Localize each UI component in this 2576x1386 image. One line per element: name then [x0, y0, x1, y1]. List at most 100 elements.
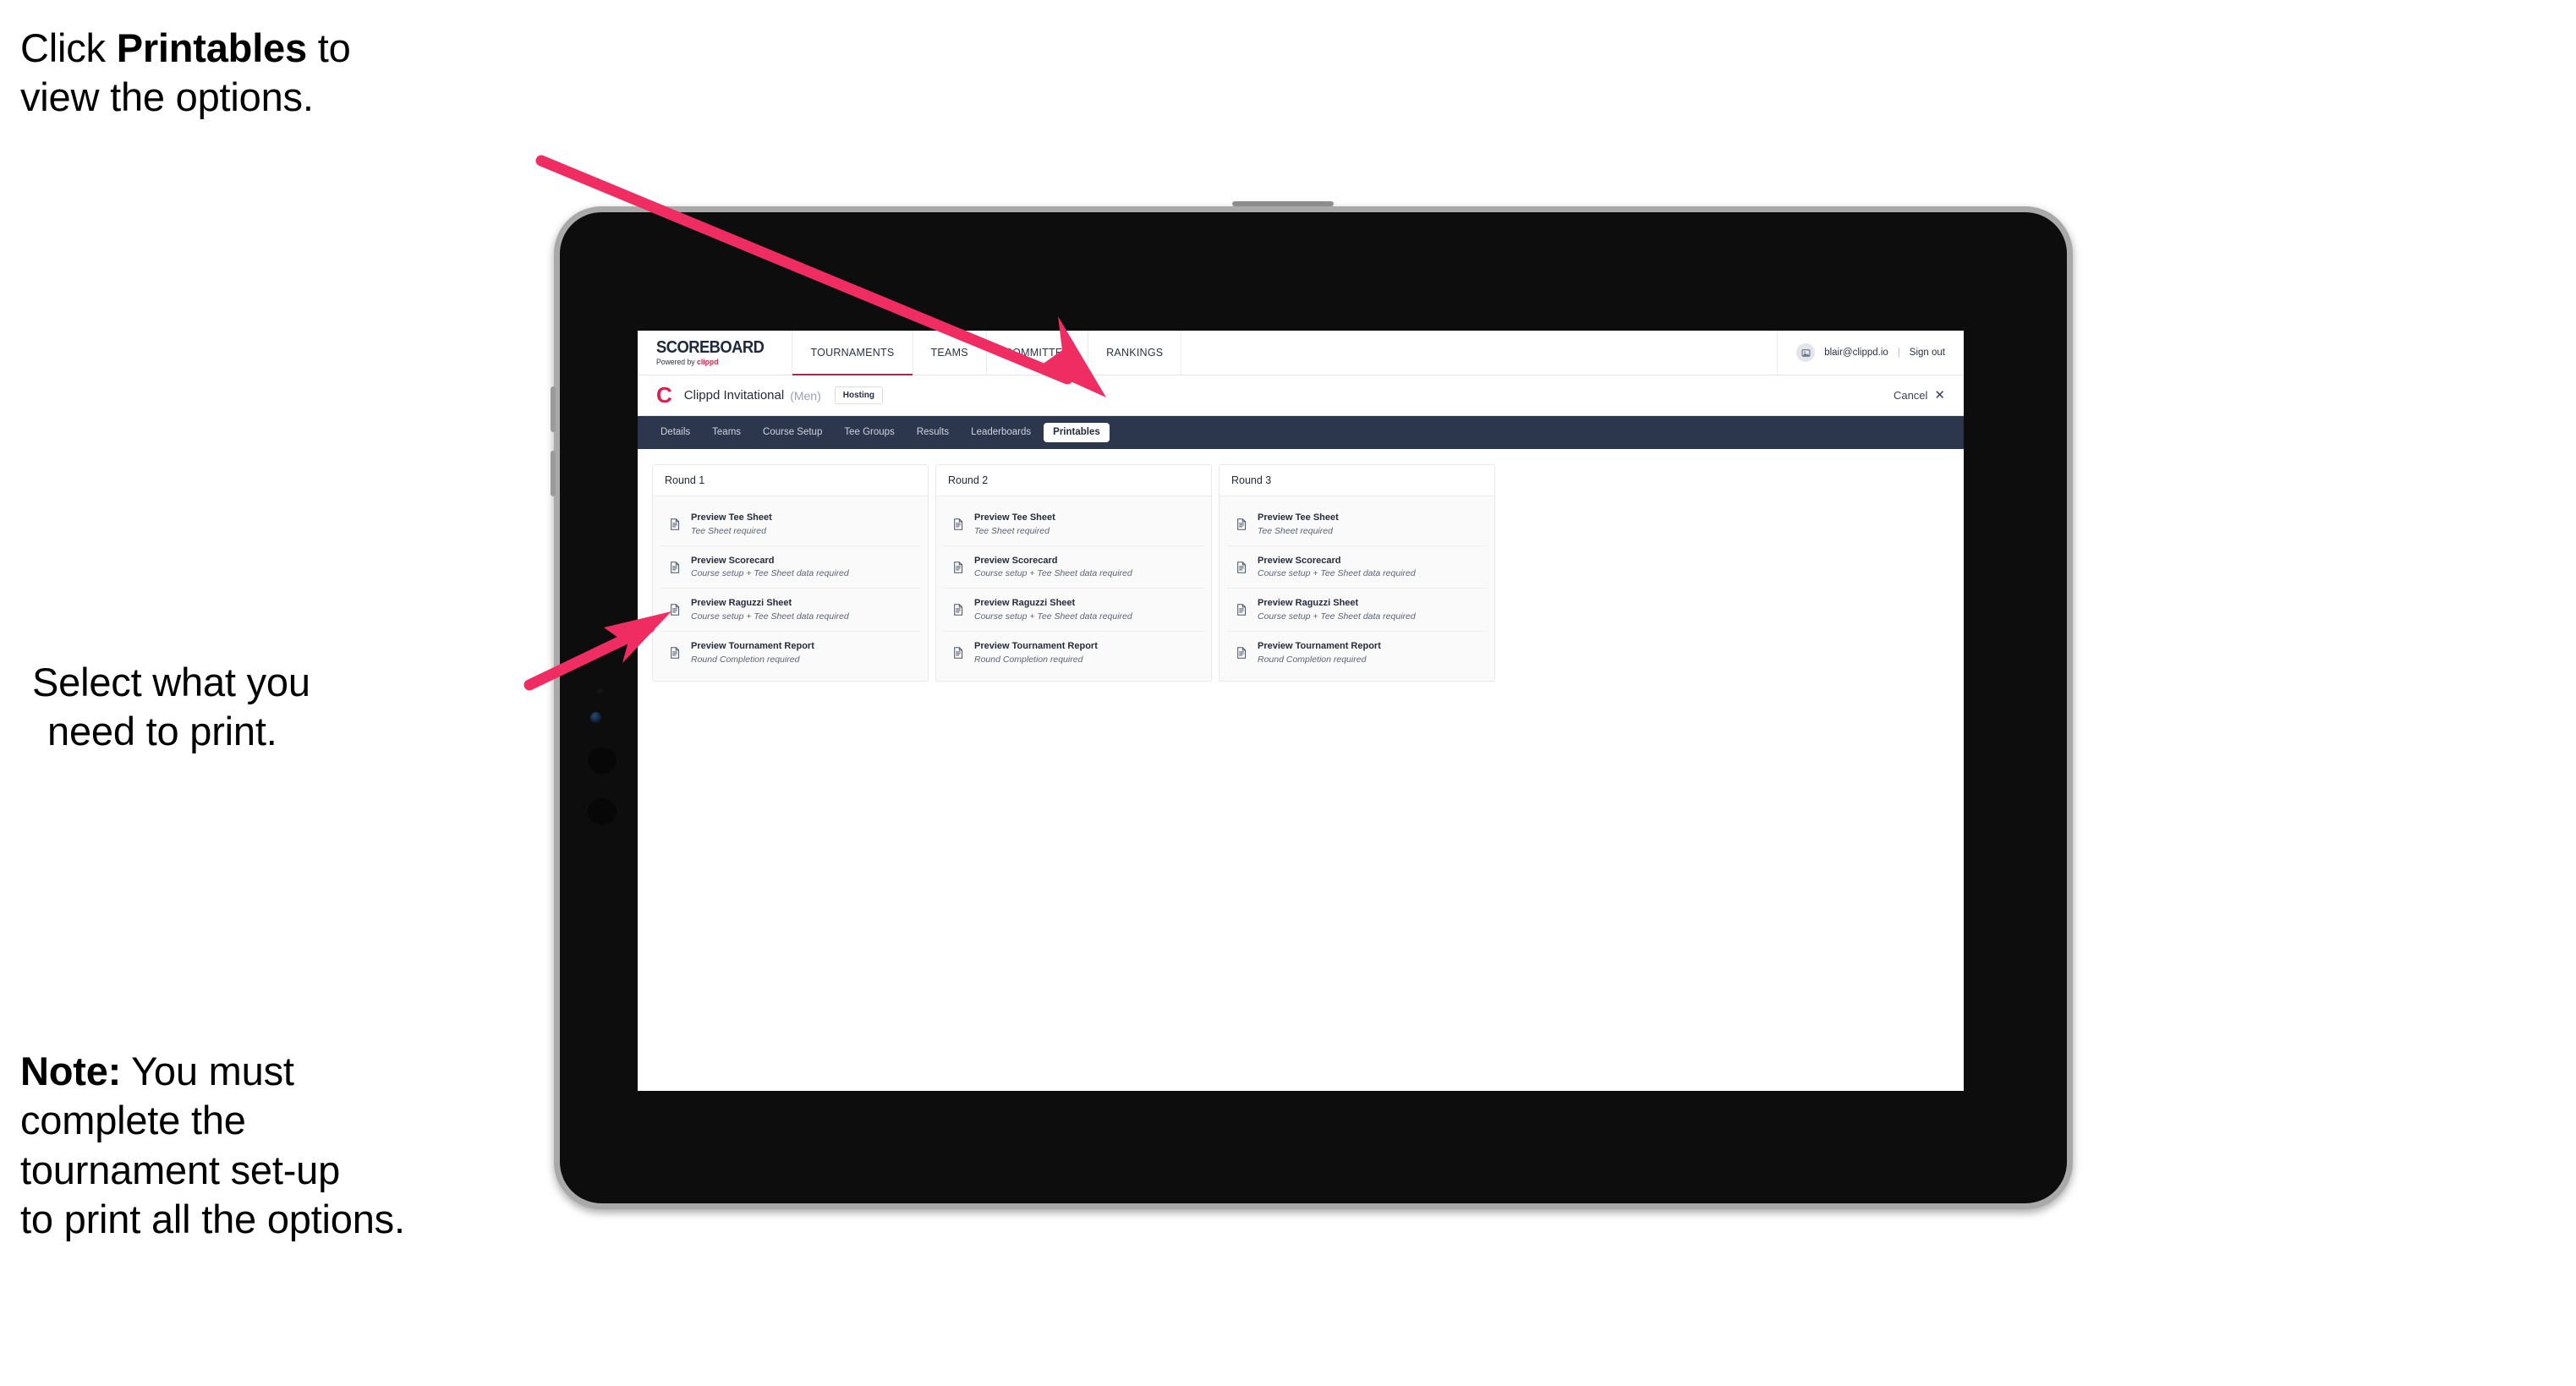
printables-rounds-container: Round 1 Preview Tee Sheet Tee Sheet requir… [638, 449, 1964, 697]
volume-up-button[interactable] [551, 386, 556, 432]
printable-title: Preview Tournament Report [1258, 641, 1381, 652]
printable-requirement: Round Completion required [1258, 654, 1367, 665]
round-column-title: Round 2 [936, 465, 1211, 496]
cancel-button-label: Cancel [1893, 389, 1928, 402]
printable-row-texts: Preview Raguzzi Sheet Course setup + Tee … [974, 598, 1132, 622]
topbar-spacer [1181, 331, 1779, 375]
bezel-button-upper[interactable] [588, 748, 617, 774]
scoreboard-logo[interactable]: SCOREBOARD Powered by clippd [638, 331, 793, 375]
close-icon: ✕ [1934, 388, 1945, 403]
printable-row[interactable]: Preview Raguzzi Sheet Course setup + Tee … [1226, 589, 1488, 633]
tournament-name: Clippd Invitational [683, 388, 785, 403]
printable-requirement: Round Completion required [974, 654, 1083, 665]
tab-results[interactable]: Results [907, 423, 958, 443]
printable-row[interactable]: Preview Tee Sheet Tee Sheet required [1226, 503, 1488, 546]
nav-item-rankings[interactable]: RANKINGS [1088, 331, 1182, 375]
printable-row[interactable]: Preview Tournament Report Round Completio… [1226, 632, 1488, 674]
printable-row[interactable]: Preview Scorecard Course setup + Tee Shee… [660, 545, 921, 589]
round-column-title: Round 1 [653, 465, 928, 496]
printable-title: Preview Raguzzi Sheet [691, 598, 792, 609]
document-icon [951, 646, 965, 660]
printable-row[interactable]: Preview Tournament Report Round Completio… [943, 632, 1204, 674]
tab-teams[interactable]: Teams [703, 423, 750, 443]
front-camera-icon [590, 712, 601, 723]
printable-requirement: Tee Sheet required [691, 525, 766, 536]
round-printables-list: Preview Tee Sheet Tee Sheet required Previ… [1219, 496, 1494, 681]
tab-details[interactable]: Details [651, 423, 699, 443]
printable-row[interactable]: Preview Tee Sheet Tee Sheet required [943, 503, 1204, 546]
clippd-c-icon: C [656, 381, 672, 408]
printable-row-texts: Preview Scorecard Course setup + Tee Shee… [691, 556, 849, 579]
document-icon [668, 646, 682, 660]
printable-title: Preview Tournament Report [974, 641, 1098, 652]
printable-title: Preview Tee Sheet [691, 512, 772, 523]
nav-item-committee[interactable]: COMMITTEE [987, 331, 1089, 375]
tab-printables[interactable]: Printables [1044, 422, 1110, 443]
printable-title: Preview Tournament Report [691, 641, 814, 652]
round-column: Round 1 Preview Tee Sheet Tee Sheet requir… [652, 464, 929, 682]
printable-requirement: Tee Sheet required [974, 525, 1050, 536]
document-icon [668, 561, 682, 574]
screenshot-stage: Click Printables to view the options. Sel… [0, 0, 2576, 1386]
printable-requirement: Course setup + Tee Sheet data required [691, 611, 849, 622]
printable-row[interactable]: Preview Tee Sheet Tee Sheet required [660, 503, 921, 546]
tab-course-setup[interactable]: Course Setup [754, 423, 831, 443]
printable-row-texts: Preview Raguzzi Sheet Course setup + Tee … [691, 598, 849, 622]
printable-row-texts: Preview Tee Sheet Tee Sheet required [974, 512, 1055, 536]
scoreboard-logo-tagline: Powered by clippd [656, 359, 769, 366]
tablet-device-frame: SCOREBOARD Powered by clippd TOURNAMENTS… [551, 206, 2073, 1209]
printable-requirement: Round Completion required [691, 654, 800, 665]
printable-title: Preview Tee Sheet [1258, 512, 1339, 523]
document-icon [1235, 603, 1248, 616]
clippd-brandmark: clippd [697, 358, 719, 366]
round-column: Round 2 Preview Tee Sheet Tee Sheet requir… [935, 464, 1212, 682]
printable-requirement: Course setup + Tee Sheet data required [974, 611, 1132, 622]
document-icon [1235, 646, 1248, 660]
tab-leaderboards[interactable]: Leaderboards [962, 423, 1040, 443]
printable-row-texts: Preview Tournament Report Round Completio… [1258, 641, 1381, 665]
printable-row-texts: Preview Tee Sheet Tee Sheet required [1258, 512, 1339, 536]
bezel-button-lower[interactable] [588, 798, 617, 824]
annotation-click-printables: Click Printables to view the options. [20, 25, 351, 120]
document-icon [668, 603, 682, 616]
printable-row-texts: Preview Tournament Report Round Completio… [974, 641, 1098, 665]
cancel-button[interactable]: Cancel ✕ [1894, 389, 1945, 402]
document-icon [1235, 518, 1248, 531]
volume-down-button[interactable] [551, 451, 556, 496]
printable-requirement: Tee Sheet required [1258, 525, 1333, 536]
printable-row[interactable]: Preview Scorecard Course setup + Tee Shee… [1226, 545, 1488, 589]
printable-row-texts: Preview Tee Sheet Tee Sheet required [691, 512, 772, 536]
document-icon [1235, 561, 1248, 574]
printable-title: Preview Scorecard [974, 555, 1058, 566]
printable-title: Preview Scorecard [691, 555, 775, 566]
printable-row[interactable]: Preview Raguzzi Sheet Course setup + Tee … [943, 589, 1204, 633]
printable-row[interactable]: Preview Scorecard Course setup + Tee Shee… [943, 545, 1204, 589]
printable-requirement: Course setup + Tee Sheet data required [1258, 611, 1416, 622]
printable-requirement: Course setup + Tee Sheet data required [1258, 568, 1416, 579]
nav-item-teams[interactable]: TEAMS [913, 331, 987, 375]
account-area: blair@clippd.io | Sign out [1778, 331, 1964, 375]
round-printables-list: Preview Tee Sheet Tee Sheet required Previ… [653, 496, 928, 681]
account-separator: | [1897, 348, 1900, 358]
user-avatar-icon[interactable] [1796, 343, 1816, 362]
document-icon [668, 518, 682, 531]
printable-row[interactable]: Preview Tournament Report Round Completio… [660, 632, 921, 674]
printable-row[interactable]: Preview Raguzzi Sheet Course setup + Tee … [660, 589, 921, 633]
printable-requirement: Course setup + Tee Sheet data required [974, 568, 1132, 579]
app-screen: SCOREBOARD Powered by clippd TOURNAMENTS… [638, 331, 1964, 1091]
section-tab-strip: Details Teams Course Setup Tee Groups Re… [638, 416, 1964, 449]
sign-out-link[interactable]: Sign out [1910, 348, 1945, 358]
printable-title: Preview Tee Sheet [974, 512, 1055, 523]
document-icon [951, 603, 965, 616]
tournament-gender: (Men) [790, 388, 821, 403]
tab-tee-groups[interactable]: Tee Groups [835, 423, 903, 443]
printable-row-texts: Preview Raguzzi Sheet Course setup + Tee … [1258, 598, 1416, 622]
round-column-title: Round 3 [1219, 465, 1494, 496]
printable-row-texts: Preview Scorecard Course setup + Tee Shee… [1258, 556, 1416, 579]
document-icon [951, 561, 965, 574]
round-column: Round 3 Preview Tee Sheet Tee Sheet requir… [1219, 464, 1495, 682]
status-badge: Hosting [834, 386, 883, 404]
printable-title: Preview Raguzzi Sheet [974, 598, 1076, 609]
account-email: blair@clippd.io [1824, 348, 1888, 358]
nav-item-tournaments[interactable]: TOURNAMENTS [792, 331, 913, 375]
